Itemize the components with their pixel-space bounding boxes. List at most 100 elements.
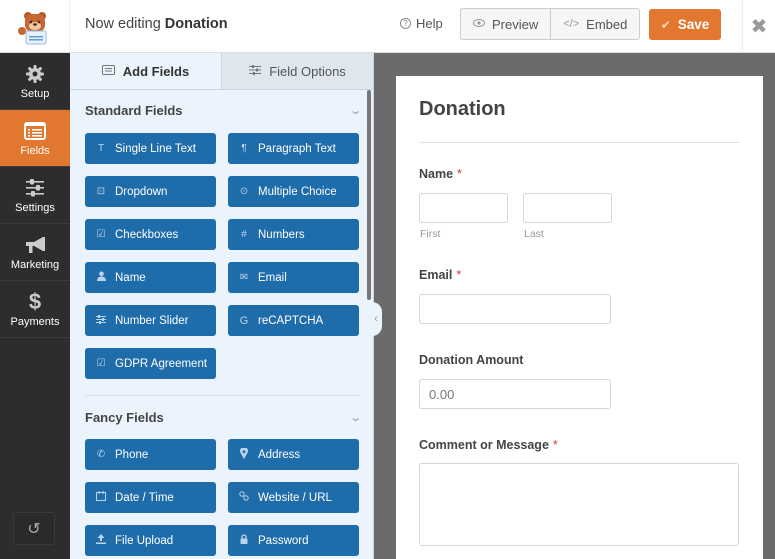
embed-label: Embed: [586, 16, 628, 32]
field-button-checkboxes[interactable]: ☑ Checkboxes: [85, 219, 216, 250]
map-pin-icon: [239, 446, 249, 462]
panel-tabs: Add Fields Field Options: [70, 53, 373, 90]
email-field-label: Email *: [419, 268, 461, 282]
field-button-recaptcha[interactable]: G reCAPTCHA: [228, 305, 359, 336]
field-button-numbers[interactable]: # Numbers: [228, 219, 359, 250]
field-button-paragraph-text[interactable]: ¶ Paragraph Text: [228, 133, 359, 164]
sidebar-item-marketing[interactable]: Marketing: [0, 224, 70, 281]
field-button-password[interactable]: Password: [228, 525, 359, 556]
sidebar-item-fields[interactable]: Fields: [0, 110, 70, 167]
section-title: Standard Fields: [85, 103, 183, 118]
sidebar-item-label: Setup: [20, 87, 50, 100]
label-text: Comment or Message: [419, 438, 549, 452]
hash-icon: #: [241, 229, 247, 240]
field-button-number-slider[interactable]: Number Slider: [85, 305, 216, 336]
tab-label: Add Fields: [122, 63, 190, 79]
form-preview: Donation Name * First Last Email * Donatio…: [396, 76, 763, 559]
sidebar-item-payments[interactable]: $ Payments: [0, 281, 70, 338]
save-button[interactable]: ✔ Save: [649, 9, 721, 40]
bear-mascot-icon: [17, 11, 46, 44]
donation-amount-input[interactable]: 0.00: [419, 379, 611, 409]
help-label: Help: [416, 16, 443, 31]
lock-icon: [239, 534, 249, 547]
eye-icon: [473, 18, 485, 30]
wpforms-logo: [0, 0, 70, 53]
fancy-fields-header[interactable]: Fancy Fields ⌄: [85, 410, 362, 425]
field-button-multiple-choice[interactable]: ⊙ Multiple Choice: [228, 176, 359, 207]
field-label: Multiple Choice: [258, 185, 337, 198]
embed-button[interactable]: </> Embed: [550, 9, 639, 39]
field-label: Checkboxes: [115, 228, 179, 241]
field-label: Email: [258, 271, 287, 284]
tab-field-options[interactable]: Field Options: [221, 53, 373, 89]
megaphone-icon: [24, 234, 46, 256]
first-sublabel: First: [420, 228, 441, 240]
panel-scrollbar[interactable]: [367, 90, 371, 300]
fields-panel: Add Fields Field Options Standard Fields…: [70, 53, 374, 559]
field-label: Address: [258, 448, 301, 461]
field-label: reCAPTCHA: [258, 314, 324, 327]
form-name: Donation: [164, 16, 228, 32]
label-text: Donation Amount: [419, 353, 524, 367]
sliders-icon: [25, 177, 45, 199]
field-button-name[interactable]: Name: [85, 262, 216, 293]
field-label: Dropdown: [115, 185, 168, 198]
field-label: Password: [258, 534, 309, 547]
field-button-website-url[interactable]: Website / URL: [228, 482, 359, 513]
tab-label: Field Options: [269, 63, 346, 79]
standard-fields-header[interactable]: Standard Fields ⌄: [85, 103, 362, 118]
checkbox-icon: ☑: [96, 229, 106, 240]
calendar-icon: [96, 491, 106, 504]
sidebar-item-label: Settings: [15, 201, 55, 214]
field-label: Paragraph Text: [258, 142, 336, 155]
help-link[interactable]: ? Help: [400, 16, 443, 31]
list-icon: [101, 64, 115, 78]
field-button-date-time[interactable]: Date / Time: [85, 482, 216, 513]
field-button-address[interactable]: Address: [228, 439, 359, 470]
upload-icon: [96, 534, 106, 547]
paragraph-icon: ¶: [241, 143, 247, 154]
comment-textarea[interactable]: [419, 463, 739, 546]
section-divider: [85, 395, 360, 396]
checkmark-icon: ✔: [660, 17, 671, 32]
google-icon: G: [239, 314, 249, 327]
tab-add-fields[interactable]: Add Fields: [70, 53, 221, 89]
preview-button[interactable]: Preview: [461, 9, 550, 39]
question-icon: ?: [400, 18, 411, 29]
sidebar-item-setup[interactable]: Setup: [0, 53, 70, 110]
field-label: Date / Time: [115, 491, 174, 504]
collapse-panel-toggle[interactable]: ‹: [370, 302, 382, 336]
field-button-single-line-text[interactable]: T Single Line Text: [85, 133, 216, 164]
field-button-phone[interactable]: ✆ Phone: [85, 439, 216, 470]
title-divider: [419, 142, 740, 143]
field-button-file-upload[interactable]: File Upload: [85, 525, 216, 556]
required-marker: *: [552, 438, 558, 452]
text-icon: T: [97, 143, 105, 154]
sidebar-item-label: Marketing: [10, 258, 60, 271]
field-label: Website / URL: [258, 491, 332, 504]
field-label: GDPR Agreement: [115, 357, 208, 370]
sidebar-item-label: Payments: [10, 315, 60, 328]
sidebar-item-settings[interactable]: Settings: [0, 167, 70, 224]
name-field-label: Name *: [419, 167, 462, 181]
revisions-button[interactable]: ↺: [13, 512, 55, 545]
field-button-gdpr-agreement[interactable]: ☑ GDPR Agreement: [85, 348, 216, 379]
last-sublabel: Last: [524, 228, 544, 240]
fields-list-icon: [24, 120, 46, 142]
gear-icon: [25, 63, 45, 85]
sidebar-nav: Setup Fields Settings Marketing $ Paymen…: [0, 53, 70, 559]
dropdown-icon: ⊡: [96, 186, 106, 197]
donation-amount-label: Donation Amount: [419, 353, 523, 367]
top-bar: Now editing Donation ? Help Preview </> …: [0, 0, 775, 53]
close-button[interactable]: ✖: [742, 0, 775, 53]
field-button-email[interactable]: ✉ Email: [228, 262, 359, 293]
field-button-dropdown[interactable]: ⊡ Dropdown: [85, 176, 216, 207]
code-icon: </>: [563, 18, 580, 30]
last-name-input[interactable]: [523, 193, 612, 223]
form-title: Donation: [419, 98, 506, 120]
slider-icon: [96, 314, 106, 327]
first-name-input[interactable]: [419, 193, 508, 223]
save-label: Save: [677, 17, 710, 32]
email-input[interactable]: [419, 294, 611, 324]
field-label: Number Slider: [115, 314, 189, 327]
